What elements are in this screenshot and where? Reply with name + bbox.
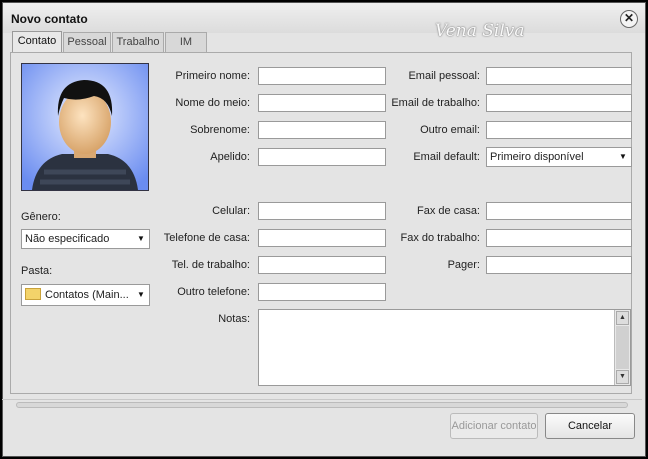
folder-icon [25, 288, 41, 301]
personal-email-label: Email pessoal: [408, 70, 480, 82]
work-email-label: Email de trabalho: [391, 97, 480, 109]
work-fax-label: Fax do trabalho: [400, 232, 481, 244]
close-icon: ✕ [623, 11, 635, 25]
tab-label: IM [179, 36, 193, 48]
work-fax-input[interactable] [486, 229, 632, 247]
avatar-icon [22, 64, 148, 190]
tab-label: Contato [17, 35, 57, 47]
gender-select[interactable]: Não especificado ▼ [21, 229, 150, 249]
default-email-value: Primeiro disponível [490, 151, 584, 163]
folder-label: Pasta: [21, 265, 53, 277]
default-email-select[interactable]: Primeiro disponível ▼ [486, 147, 632, 167]
tab-im[interactable]: IM [165, 32, 207, 52]
default-email-label: Email default: [413, 151, 480, 163]
middle-name-label: Nome do meio: [175, 97, 250, 109]
home-phone-label: Telefone de casa: [163, 232, 250, 244]
other-phone-label: Outro telefone: [177, 286, 250, 298]
tab-pessoal[interactable]: Pessoal [63, 32, 111, 52]
chevron-down-icon: ▼ [615, 148, 631, 166]
first-name-input[interactable] [258, 67, 386, 85]
nickname-input[interactable] [258, 148, 386, 166]
mobile-label: Celular: [212, 205, 250, 217]
gender-value: Não especificado [25, 233, 110, 245]
close-button[interactable]: ✕ [620, 10, 638, 28]
window-title: Novo contato [11, 12, 88, 26]
scroll-track[interactable] [616, 326, 629, 369]
other-email-input[interactable] [486, 121, 632, 139]
scroll-down-icon[interactable]: ▼ [616, 370, 629, 384]
other-phone-input[interactable] [258, 283, 386, 301]
home-fax-input[interactable] [486, 202, 632, 220]
tab-label: Trabalho [116, 36, 160, 48]
chevron-down-icon: ▼ [133, 285, 149, 305]
divider [2, 399, 642, 400]
chevron-down-icon: ▼ [133, 230, 149, 248]
work-email-input[interactable] [486, 94, 632, 112]
tab-trabalho[interactable]: Trabalho [112, 32, 164, 52]
avatar[interactable] [21, 63, 149, 191]
progress-bar [16, 402, 628, 408]
work-phone-label: Tel. de trabalho: [171, 259, 250, 271]
surname-label: Sobrenome: [190, 124, 250, 136]
mobile-input[interactable] [258, 202, 386, 220]
pager-label: Pager: [447, 259, 480, 271]
first-name-label: Primeiro nome: [175, 70, 250, 82]
work-phone-input[interactable] [258, 256, 386, 274]
surname-input[interactable] [258, 121, 386, 139]
cancel-button[interactable]: Cancelar [545, 413, 635, 439]
watermark: Vena Silva [435, 21, 525, 41]
other-email-label: Outro email: [420, 124, 480, 136]
notes-scrollbar[interactable]: ▲ ▼ [614, 310, 630, 385]
home-fax-label: Fax de casa: [417, 205, 480, 217]
folder-select[interactable]: Contatos (Main... ▼ [21, 284, 150, 306]
notes-textarea[interactable]: ▲ ▼ [258, 309, 631, 386]
personal-email-input[interactable] [486, 67, 632, 85]
folder-value: Contatos (Main... [45, 289, 129, 301]
home-phone-input[interactable] [258, 229, 386, 247]
title-bar: Novo contato Vena Silva ✕ [3, 3, 645, 41]
add-contact-button[interactable]: Adicionar contato [450, 413, 538, 439]
pager-input[interactable] [486, 256, 632, 274]
notes-label: Notas: [218, 313, 250, 325]
tab-label: Pessoal [67, 36, 107, 48]
scroll-up-icon[interactable]: ▲ [616, 311, 629, 325]
tab-contato[interactable]: Contato [12, 31, 62, 53]
nickname-label: Apelido: [210, 151, 250, 163]
gender-label: Gênero: [21, 211, 61, 223]
middle-name-input[interactable] [258, 94, 386, 112]
